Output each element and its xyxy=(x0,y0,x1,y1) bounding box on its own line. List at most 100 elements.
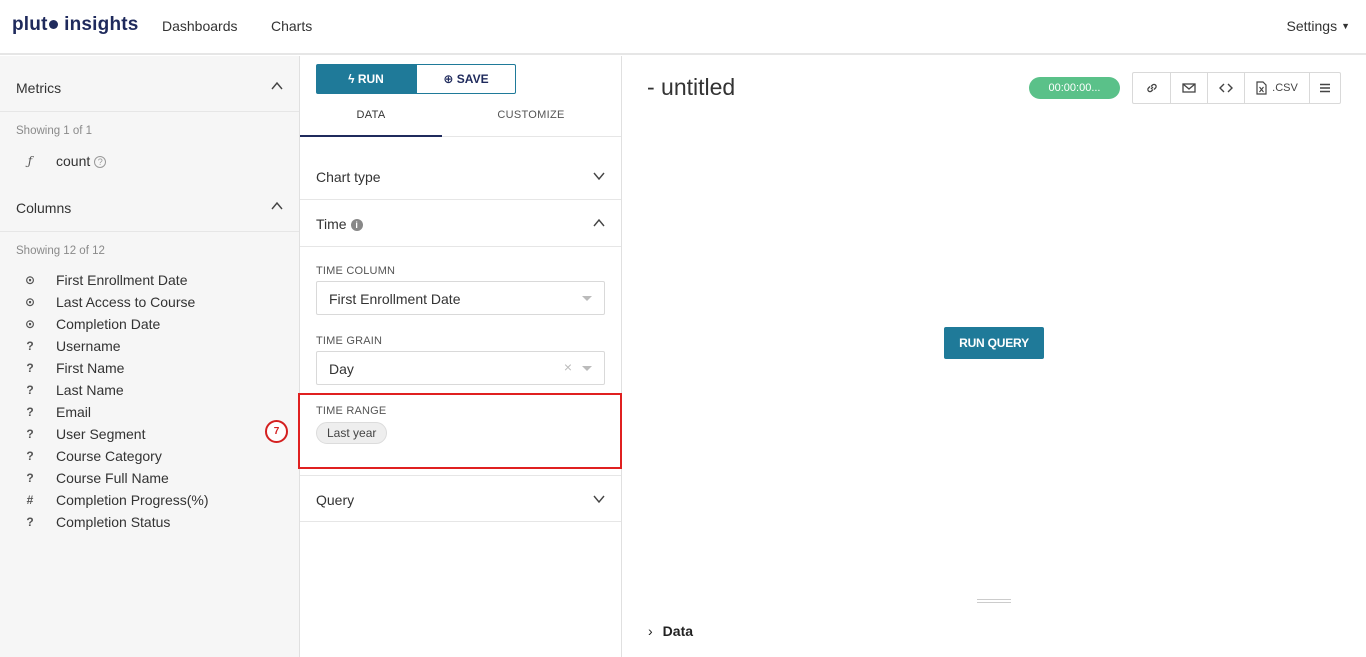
csv-label: .CSV xyxy=(1272,82,1298,94)
mail-icon xyxy=(1182,83,1196,93)
time-grain-select[interactable]: Day × xyxy=(316,351,605,385)
link-icon xyxy=(1146,83,1157,93)
chart-type-title: Chart type xyxy=(316,169,381,185)
hash-icon: # xyxy=(26,493,34,507)
columns-section-header[interactable]: Columns xyxy=(0,176,299,232)
question-icon: ? xyxy=(26,383,34,397)
question-icon: ? xyxy=(26,471,34,485)
function-icon: ƒ xyxy=(27,154,33,168)
column-item[interactable]: ? Email xyxy=(0,402,299,424)
more-menu-button[interactable] xyxy=(1309,72,1341,104)
time-column-select[interactable]: First Enrollment Date xyxy=(316,281,605,315)
chevron-down-icon xyxy=(593,172,605,181)
nav-dashboards[interactable]: Dashboards xyxy=(162,18,238,34)
column-item[interactable]: ? Username xyxy=(0,336,299,358)
time-title: Time i xyxy=(316,216,363,232)
run-button[interactable]: ϟ RUN xyxy=(316,64,416,94)
nav-charts[interactable]: Charts xyxy=(271,18,312,34)
datasource-sidebar: Metrics Showing 1 of 1 ƒ count? Columns … xyxy=(0,56,300,657)
chart-toolbar: .CSV xyxy=(1132,72,1341,104)
email-button[interactable] xyxy=(1170,72,1207,104)
save-label: SAVE xyxy=(456,72,489,86)
chevron-up-icon xyxy=(271,81,283,90)
caret-down-icon: ▼ xyxy=(1341,21,1350,31)
data-panel-toggle[interactable]: › Data xyxy=(648,623,693,639)
metric-item-count[interactable]: ƒ count? xyxy=(0,151,299,173)
brand-logo[interactable]: plut insights xyxy=(12,14,139,36)
query-section[interactable]: Query xyxy=(300,475,621,522)
question-icon: ? xyxy=(26,339,34,353)
highlight-box xyxy=(298,393,622,469)
chevron-up-icon xyxy=(271,201,283,210)
column-item[interactable]: ? Course Category xyxy=(0,446,299,468)
time-column-value: First Enrollment Date xyxy=(329,291,461,307)
column-item[interactable]: ? Course Full Name xyxy=(0,468,299,490)
settings-menu[interactable]: Settings ▼ xyxy=(1286,18,1350,34)
column-label: Course Full Name xyxy=(56,470,169,486)
clear-icon[interactable]: × xyxy=(564,359,572,375)
question-icon: ? xyxy=(26,449,34,463)
csv-button[interactable]: .CSV xyxy=(1244,72,1309,104)
metrics-section-header[interactable]: Metrics xyxy=(0,56,299,112)
panel-resize-handle[interactable] xyxy=(977,599,1011,603)
plus-circle-icon: ⊕ xyxy=(443,72,454,86)
column-label: Last Access to Course xyxy=(56,294,196,310)
chart-title[interactable]: - untitled xyxy=(647,74,735,101)
query-controls-panel: ϟ RUN ⊕ SAVE DATA CUSTOMIZE Chart type T… xyxy=(300,56,622,657)
time-grain-label: TIME GRAIN xyxy=(316,335,383,347)
column-item[interactable]: ? User Segment xyxy=(0,424,299,446)
column-item[interactable]: ⊙ Completion Date xyxy=(0,314,299,336)
data-label: Data xyxy=(662,623,694,639)
link-button[interactable] xyxy=(1132,72,1170,104)
column-label: Completion Progress(%) xyxy=(56,492,209,508)
column-label: Course Category xyxy=(56,448,162,464)
dropdown-arrow-icon xyxy=(582,366,592,371)
column-label: Completion Date xyxy=(56,316,161,332)
tab-data[interactable]: DATA xyxy=(300,100,442,137)
brand-text-part1: plut xyxy=(12,14,48,35)
column-item[interactable]: ⊙ First Enrollment Date xyxy=(0,270,299,292)
embed-button[interactable] xyxy=(1207,72,1244,104)
control-tabs: DATA CUSTOMIZE xyxy=(300,100,621,137)
chart-area: - untitled 00:00:00... .CSV RUN QUERY › D… xyxy=(622,56,1366,657)
time-section[interactable]: Time i xyxy=(300,200,621,247)
file-excel-icon xyxy=(1256,81,1267,95)
settings-label: Settings xyxy=(1286,18,1338,34)
chevron-up-icon xyxy=(593,218,605,227)
chevron-down-icon xyxy=(593,495,605,504)
column-item[interactable]: # Completion Progress(%) xyxy=(0,490,299,512)
clock-icon: ⊙ xyxy=(24,317,36,331)
question-icon: ? xyxy=(26,361,34,375)
annotation-badge: 7 xyxy=(265,420,288,443)
query-timer: 00:00:00... xyxy=(1029,77,1120,99)
run-label: RUN xyxy=(357,72,384,86)
time-column-label: TIME COLUMN xyxy=(316,265,396,277)
column-item[interactable]: ⊙ Last Access to Course xyxy=(0,292,299,314)
column-item[interactable]: ? First Name xyxy=(0,358,299,380)
columns-title: Columns xyxy=(16,200,72,216)
logo-dot-icon xyxy=(48,20,58,29)
chart-type-section[interactable]: Chart type xyxy=(300,153,621,200)
columns-count: Showing 12 of 12 xyxy=(16,245,105,257)
dropdown-arrow-icon xyxy=(582,296,592,301)
column-label: Completion Status xyxy=(56,514,171,530)
metrics-title: Metrics xyxy=(16,80,62,96)
tab-customize[interactable]: CUSTOMIZE xyxy=(460,100,602,137)
question-icon: ? xyxy=(26,405,34,419)
chevron-right-icon: › xyxy=(648,623,653,639)
column-item[interactable]: ? Last Name xyxy=(0,380,299,402)
column-label: Last Name xyxy=(56,382,124,398)
save-button[interactable]: ⊕ SAVE xyxy=(416,64,516,94)
clock-icon: ⊙ xyxy=(24,295,36,309)
question-icon: ? xyxy=(26,427,34,441)
run-query-button[interactable]: RUN QUERY xyxy=(944,327,1044,359)
top-navbar: plut insights Dashboards Charts Settings… xyxy=(0,0,1366,55)
question-icon: ? xyxy=(26,515,34,529)
lightning-icon: ϟ xyxy=(348,72,355,86)
info-icon: i xyxy=(350,219,363,231)
column-item[interactable]: ? Completion Status xyxy=(0,512,299,534)
brand-text-part2: insights xyxy=(64,14,139,35)
column-label: Email xyxy=(56,404,92,420)
help-icon: ? xyxy=(94,156,107,168)
hamburger-icon xyxy=(1320,83,1330,93)
